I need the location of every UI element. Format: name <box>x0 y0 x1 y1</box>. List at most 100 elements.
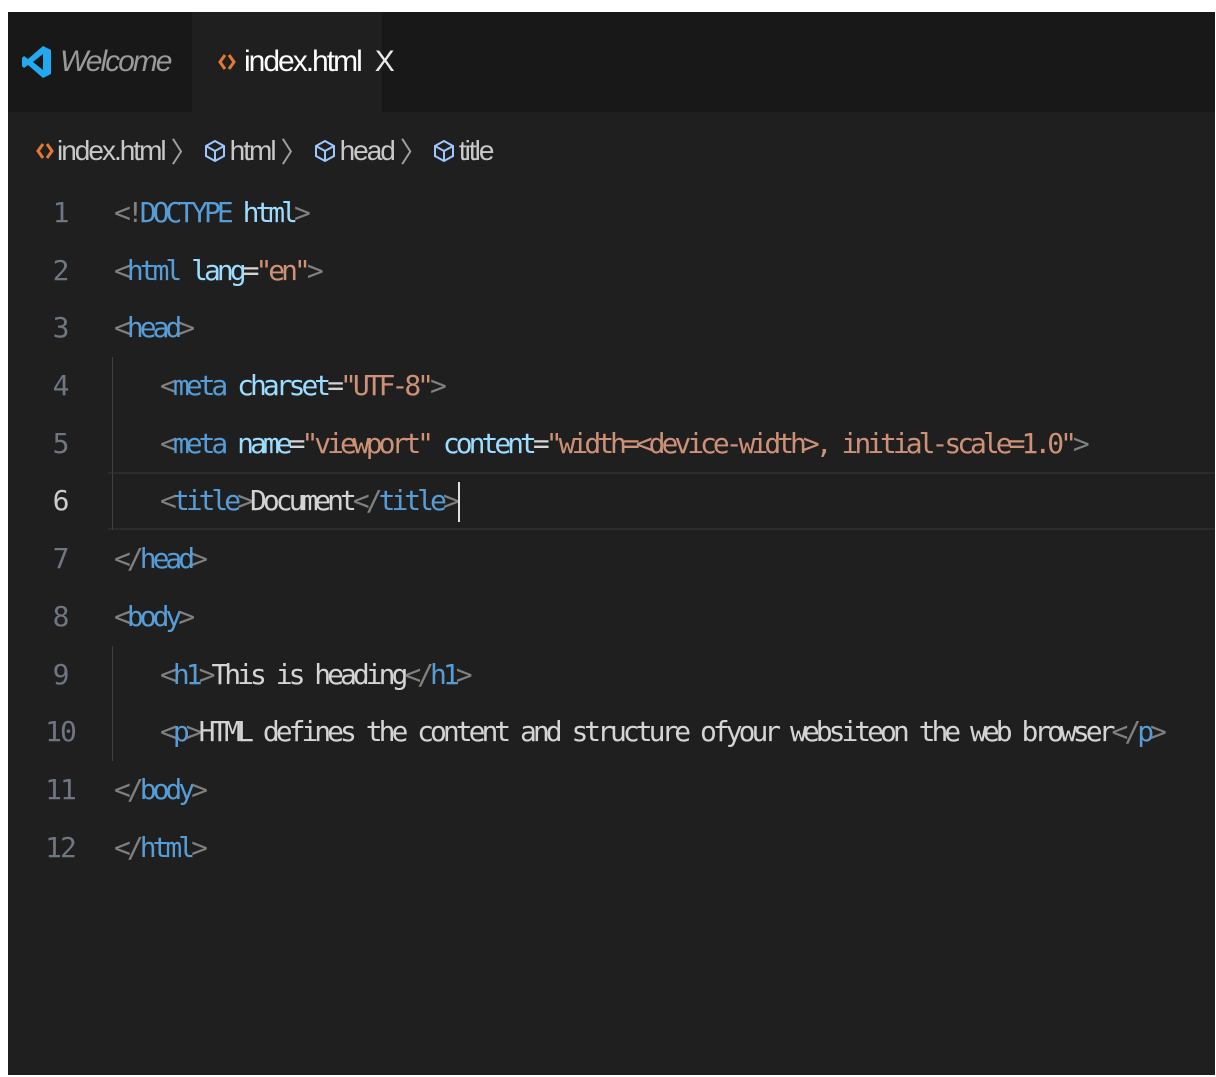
symbol-element-icon <box>313 139 337 163</box>
html-file-icon <box>218 52 236 72</box>
breadcrumb-separator: 〉 <box>280 137 309 168</box>
code-tag: h1 <box>172 657 203 691</box>
code-operator: = <box>532 426 550 460</box>
code-tag: html <box>126 253 182 287</box>
code-line[interactable]: 6 <title>Document</title> <box>8 472 1215 531</box>
code-text: HTML defines the content and structure o… <box>198 715 1116 749</box>
code-line[interactable]: 11 </body> <box>8 761 1215 819</box>
code-punctuation: > <box>191 830 208 864</box>
code-line[interactable]: 5 <meta name="viewport" content="width=<d… <box>8 414 1215 473</box>
code-attribute: lang <box>191 253 246 287</box>
code-line[interactable]: 9 <h1>This is heading</h1> <box>8 645 1215 704</box>
code-operator: = <box>288 426 306 460</box>
code-line[interactable]: 1 <!DOCTYPE html> <box>8 184 1215 242</box>
code-line[interactable]: 4 <meta charset="UTF-8"> <box>8 357 1215 415</box>
line-number: 3 <box>52 311 70 345</box>
line-number: 7 <box>52 542 70 576</box>
code-string: "width=<device-width>, initial-scale=1.0… <box>545 426 1077 460</box>
tab-index-html[interactable]: index.html X <box>192 12 395 112</box>
code-punctuation: < <box>160 369 177 403</box>
code-line[interactable]: 3 <head> <box>8 299 1215 357</box>
code-punctuation: > <box>191 772 208 806</box>
line-number: 12 <box>45 830 77 864</box>
line-number: 4 <box>52 369 70 403</box>
code-attribute: charset <box>237 369 331 403</box>
code-punctuation: </ <box>352 484 383 518</box>
vscode-logo-icon <box>22 45 52 79</box>
code-punctuation: > <box>1150 715 1167 749</box>
line-number: 2 <box>52 253 70 287</box>
breadcrumb-separator: 〉 <box>170 137 199 168</box>
breadcrumb: index.html 〉 html 〉 head 〉 title <box>36 130 494 172</box>
code-attribute: name <box>237 426 292 460</box>
code-text: <body> <box>114 588 195 646</box>
line-number: 9 <box>52 657 70 691</box>
code-punctuation: < <box>160 715 177 749</box>
tab-welcome-label: Welcome <box>60 45 172 78</box>
breadcrumb-item-title[interactable]: title <box>432 135 494 167</box>
html-file-icon <box>36 141 54 161</box>
code-text: <html lang="en"> <box>114 242 324 300</box>
code-tag: p <box>1137 715 1154 749</box>
breadcrumb-separator: 〉 <box>399 137 428 168</box>
code-punctuation: > <box>198 657 216 691</box>
breadcrumb-label: html <box>229 135 277 166</box>
line-number: 1 <box>52 196 70 229</box>
code-punctuation: < <box>160 484 177 518</box>
code-punctuation: > <box>185 715 203 749</box>
code-text: </html> <box>114 819 208 877</box>
code-attribute: content <box>442 426 537 460</box>
code-punctuation: > <box>306 253 324 287</box>
code-punctuation: < <box>114 311 131 345</box>
code-text: <title>Document</title> <box>160 472 460 530</box>
indent-guide <box>112 703 113 761</box>
code-operator: = <box>327 369 344 403</box>
code-text: Document <box>250 484 357 518</box>
code-punctuation: </ <box>404 657 434 691</box>
line-number: 6 <box>52 484 70 518</box>
code-punctuation: </ <box>114 830 144 864</box>
code-punctuation: > <box>191 542 208 576</box>
code-string: "en" <box>255 253 310 287</box>
code-text: <p>HTML defines the content and structur… <box>160 703 1167 761</box>
code-punctuation: > <box>442 484 460 518</box>
code-punctuation: <! <box>114 196 144 229</box>
code-punctuation: < <box>114 599 131 633</box>
tab-welcome[interactable]: Welcome <box>8 12 192 112</box>
breadcrumb-item-head[interactable]: head <box>313 135 396 167</box>
code-text: <h1>This is heading</h1> <box>160 646 473 704</box>
code-editor[interactable]: 1 <!DOCTYPE html> 2 <html lang="en"> 3 <head>… <box>8 184 1215 876</box>
close-icon[interactable]: X <box>375 45 395 79</box>
code-text: <!DOCTYPE html> <box>114 184 311 242</box>
code-punctuation: < <box>160 657 177 691</box>
code-line[interactable]: 12 </html> <box>8 819 1215 877</box>
code-text: This is heading <box>211 657 408 691</box>
indent-guide <box>112 645 113 704</box>
code-tag: DOCTYPE <box>139 196 234 229</box>
text-cursor <box>457 482 460 523</box>
code-tag: title <box>378 484 447 518</box>
symbol-element-icon <box>432 139 456 163</box>
code-line[interactable]: 8 <body> <box>8 588 1215 646</box>
indent-guide <box>112 357 113 415</box>
code-tag: h1 <box>430 657 460 691</box>
code-punctuation: < <box>114 253 131 287</box>
code-operator: = <box>242 253 260 287</box>
code-tag: body <box>126 599 182 633</box>
code-tag: meta <box>172 426 228 460</box>
code-tag: body <box>139 772 195 806</box>
breadcrumb-item-html[interactable]: html <box>203 135 277 167</box>
code-line[interactable]: 2 <html lang="en"> <box>8 242 1215 300</box>
code-punctuation: > <box>178 599 195 633</box>
code-punctuation: > <box>1072 426 1090 460</box>
code-line[interactable]: 10 <p>HTML defines the content and struct… <box>8 703 1215 761</box>
code-punctuation: </ <box>1111 715 1141 749</box>
code-line[interactable]: 7 </head> <box>8 530 1215 588</box>
code-punctuation: > <box>294 196 311 229</box>
indent-guide <box>112 472 113 531</box>
breadcrumb-item-file[interactable]: index.html <box>36 135 167 167</box>
symbol-element-icon <box>203 139 227 163</box>
editor-window: Welcome index.html X index.html 〉 html 〉… <box>8 12 1215 1075</box>
